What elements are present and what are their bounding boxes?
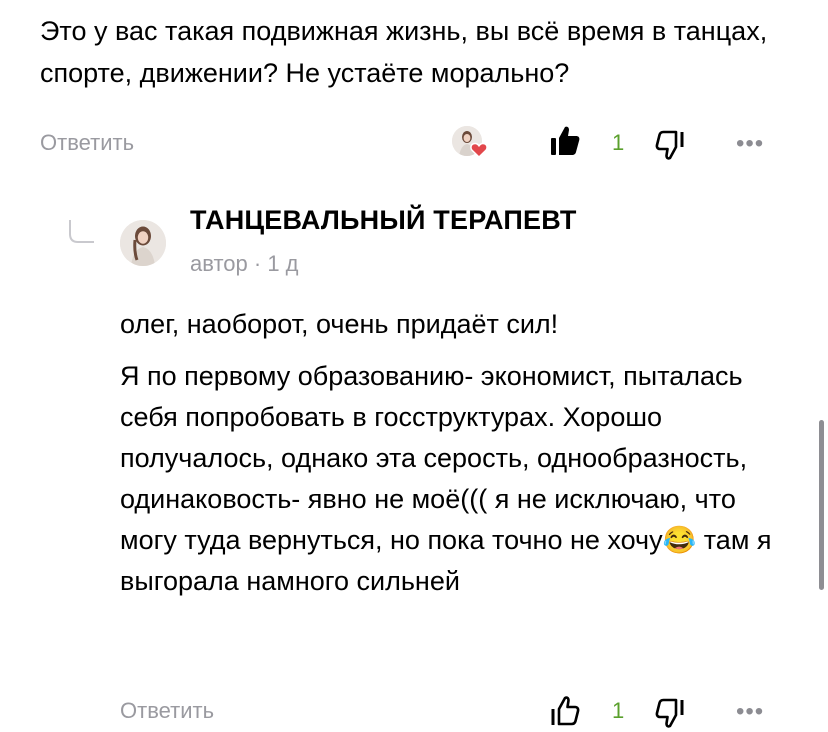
reply-more-options-button[interactable]: ••• [736,698,764,726]
reply-paragraph-2: Я по первому образованию- экономист, пыт… [120,356,792,602]
author-avatar[interactable] [120,220,166,266]
author-name[interactable]: ТАНЦЕВАЛЬНЫЙ ТЕРАПЕВТ [190,205,577,236]
thumbs-up-filled-icon [551,126,580,155]
dislike-button[interactable] [654,128,688,162]
thumbs-down-icon [655,698,684,728]
reply-dislike-button[interactable] [654,696,688,730]
scrollbar-indicator[interactable] [819,420,824,590]
thumbs-up-icon [551,696,580,726]
comment-time: 1 д [267,251,299,276]
reply-paragraph-2-text: Я по первому образованию- экономист, пыт… [120,361,748,555]
reply-like-count: 1 [612,698,625,723]
reply-like-button[interactable] [548,694,582,728]
author-meta: автор · 1 д [190,251,299,277]
meta-separator: · [253,251,268,276]
like-count: 1 [612,130,625,155]
thread-connector-icon [69,220,94,243]
parent-comment-text: Это у вас такая подвижная жизнь, вы всё … [40,16,768,88]
reply-reply-button[interactable]: Ответить [120,698,214,724]
like-button[interactable] [548,124,582,158]
more-options-button[interactable]: ••• [736,130,764,158]
reply-paragraph-1: олег, наоборот, очень придаёт сил! [120,309,559,339]
heart-icon [470,142,488,158]
laughing-emoji: 😂 [662,525,697,555]
author-liked-badge [452,126,496,162]
thumbs-down-icon [655,130,684,160]
author-role-badge: автор [190,251,248,276]
parent-reply-button[interactable]: Ответить [40,130,134,156]
